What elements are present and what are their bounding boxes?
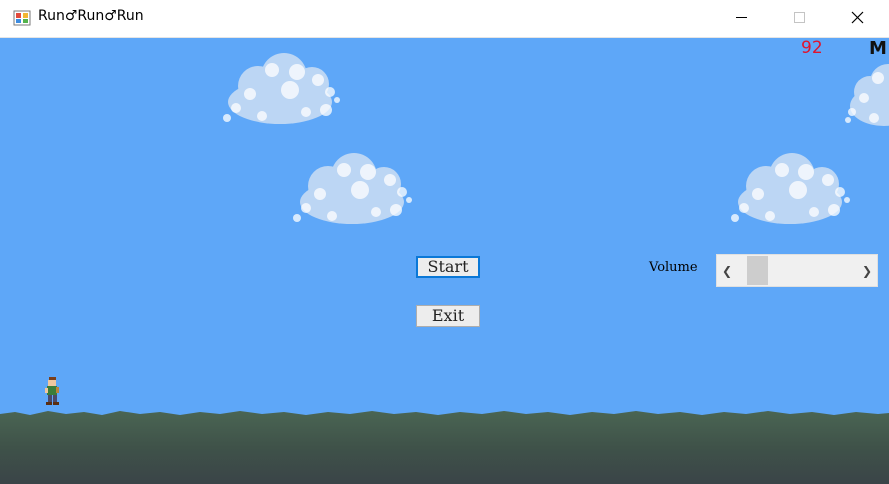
ground xyxy=(0,411,889,484)
scroll-right-arrow-icon[interactable]: ❯ xyxy=(859,262,875,280)
close-icon xyxy=(851,11,864,24)
cloud-1 xyxy=(223,53,340,124)
close-button[interactable] xyxy=(829,0,887,37)
volume-scrollbar[interactable]: ❮ ❯ xyxy=(716,254,878,287)
distance-unit: M xyxy=(869,38,887,59)
volume-scroll-thumb[interactable] xyxy=(746,256,768,285)
window-title: Run♂Run♂Run xyxy=(38,8,144,24)
cloud-2 xyxy=(293,153,412,224)
app-icon xyxy=(13,10,31,26)
maximize-icon xyxy=(794,12,805,23)
exit-button[interactable]: Exit xyxy=(416,305,480,327)
cloud-4 xyxy=(845,64,889,126)
game-canvas[interactable]: 92 M Start Exit Volume ❮ ❯ xyxy=(0,38,889,484)
distance-score: 92 xyxy=(801,38,823,58)
runner-character xyxy=(45,377,59,405)
minimize-button[interactable] xyxy=(713,0,771,37)
scroll-left-arrow-icon[interactable]: ❮ xyxy=(719,262,735,280)
volume-label: Volume xyxy=(649,260,698,275)
minimize-icon xyxy=(736,17,747,18)
title-bar: Run♂Run♂Run xyxy=(0,0,889,38)
start-button[interactable]: Start xyxy=(416,256,480,278)
cloud-3 xyxy=(731,153,850,224)
maximize-button[interactable] xyxy=(771,0,829,37)
